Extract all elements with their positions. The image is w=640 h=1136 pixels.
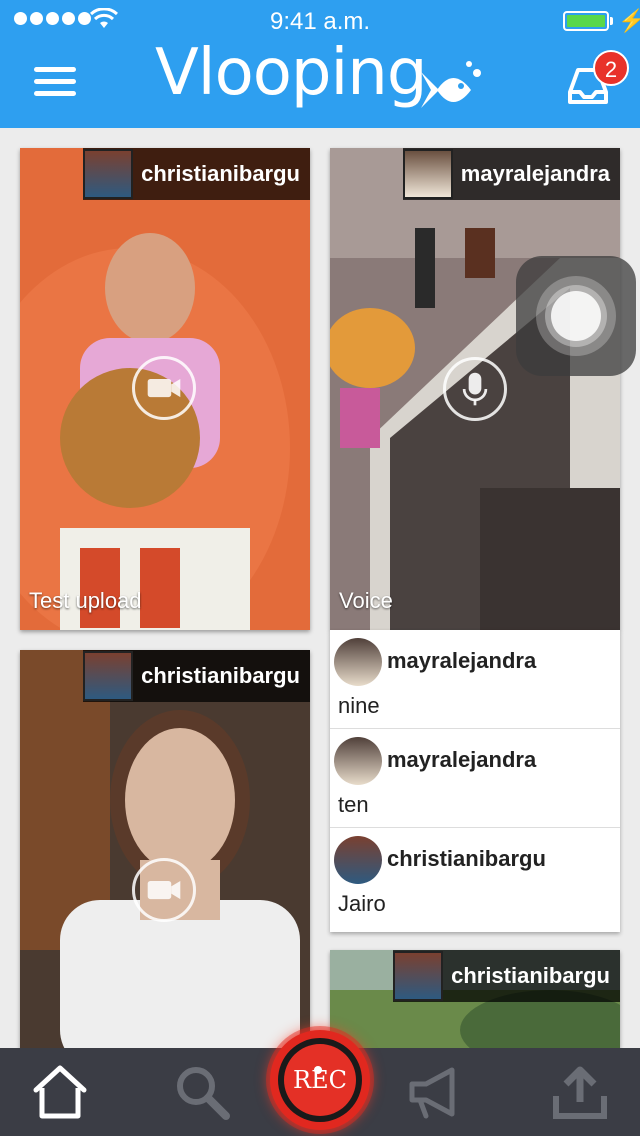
megaphone-icon[interactable] bbox=[406, 1062, 466, 1122]
record-dot-icon bbox=[314, 1066, 322, 1074]
feed-card[interactable]: mayralejandra Voice bbox=[330, 148, 620, 630]
video-icon[interactable] bbox=[132, 858, 196, 922]
avatar bbox=[334, 638, 382, 686]
record-button[interactable]: REC bbox=[270, 1030, 370, 1130]
comment-item[interactable]: mayralejandra ten bbox=[330, 729, 620, 828]
app-header: 9:41 a.m. ⚡ Vlooping 2 bbox=[0, 0, 640, 128]
comments-list: mayralejandra nine mayralejandra ten chr… bbox=[330, 630, 620, 932]
feed-card[interactable]: christianibargu bbox=[20, 650, 310, 1070]
microphone-icon[interactable] bbox=[443, 357, 507, 421]
card-username: christianibargu bbox=[451, 963, 610, 988]
comment-username: christianibargu bbox=[387, 846, 546, 871]
upload-icon[interactable] bbox=[550, 1062, 610, 1122]
avatar bbox=[334, 836, 382, 884]
app-logo: Vlooping bbox=[155, 36, 485, 120]
card-user-tag[interactable]: christianibargu bbox=[393, 950, 620, 1002]
card-username: christianibargu bbox=[141, 161, 300, 186]
status-bar: 9:41 a.m. ⚡ bbox=[0, 8, 640, 36]
comment-username: mayralejandra bbox=[387, 648, 537, 673]
fish-icon bbox=[421, 61, 481, 108]
charging-icon: ⚡ bbox=[618, 8, 640, 33]
card-user-tag[interactable]: christianibargu bbox=[83, 650, 310, 702]
comment-text: nine bbox=[338, 693, 380, 718]
comment-item[interactable]: christianibargu Jairo bbox=[330, 828, 620, 927]
avatar bbox=[402, 149, 453, 199]
card-caption: Test upload bbox=[29, 588, 142, 613]
notification-badge: 2 bbox=[593, 50, 629, 86]
comment-username: mayralejandra bbox=[387, 747, 537, 772]
comment-item[interactable]: mayralejandra nine bbox=[330, 630, 620, 729]
card-user-tag[interactable]: christianibargu bbox=[83, 148, 310, 200]
comment-text: Jairo bbox=[338, 891, 386, 916]
avatar bbox=[83, 149, 134, 199]
card-user-tag[interactable]: mayralejandra bbox=[402, 148, 620, 200]
card-caption: Voice bbox=[339, 588, 393, 613]
battery-icon bbox=[563, 11, 613, 31]
logo-text: Vlooping bbox=[155, 36, 427, 110]
video-icon[interactable] bbox=[132, 356, 196, 420]
assistive-touch-button[interactable] bbox=[516, 256, 636, 376]
comment-text: ten bbox=[338, 792, 369, 817]
home-icon[interactable] bbox=[30, 1062, 90, 1122]
avatar bbox=[393, 951, 444, 1001]
feed-card[interactable]: christianibargu Test upload bbox=[20, 148, 310, 630]
card-username: mayralejandra bbox=[460, 161, 610, 186]
card-username: christianibargu bbox=[141, 663, 300, 688]
avatar bbox=[83, 651, 134, 701]
menu-button[interactable] bbox=[34, 67, 76, 97]
status-time: 9:41 a.m. bbox=[269, 8, 371, 35]
search-icon[interactable] bbox=[172, 1062, 232, 1122]
avatar bbox=[334, 737, 382, 785]
